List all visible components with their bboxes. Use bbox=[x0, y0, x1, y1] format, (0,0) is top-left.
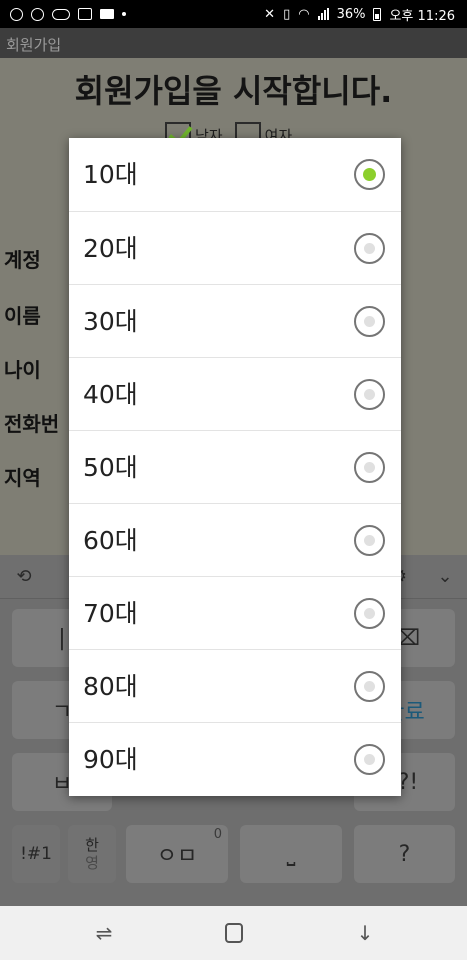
age-option-label: 10대 bbox=[83, 160, 138, 189]
phone-label: 전화번 bbox=[4, 412, 60, 436]
key-ieung-mieum-label: ㅇㅁ bbox=[156, 844, 198, 869]
chevron-down-icon[interactable]: ⌄ bbox=[432, 564, 458, 590]
home-button[interactable] bbox=[221, 920, 247, 946]
talk-icon bbox=[52, 8, 70, 20]
age-option-label: 30대 bbox=[83, 307, 138, 336]
language-key-top: 한 bbox=[85, 836, 99, 854]
recent-apps-icon[interactable]: ⇌ bbox=[91, 920, 117, 946]
age-option-60[interactable]: 60대 bbox=[69, 503, 401, 576]
age-option-label: 90대 bbox=[83, 745, 138, 774]
question-key[interactable]: ? bbox=[354, 825, 455, 883]
age-option-30[interactable]: 30대 bbox=[69, 284, 401, 357]
language-key-bottom: 영 bbox=[85, 854, 99, 872]
translate-icon[interactable]: ⟲ bbox=[11, 564, 37, 590]
video-icon bbox=[100, 9, 114, 19]
name-label: 이름 bbox=[4, 304, 41, 328]
radio-unselected-icon[interactable] bbox=[354, 598, 385, 629]
battery-icon bbox=[373, 7, 382, 21]
account-label: 계정 bbox=[4, 248, 41, 272]
radio-unselected-icon[interactable] bbox=[354, 306, 385, 337]
radio-unselected-icon[interactable] bbox=[354, 671, 385, 702]
age-option-80[interactable]: 80대 bbox=[69, 649, 401, 722]
back-icon[interactable]: ↓ bbox=[352, 920, 378, 946]
wifi-icon: ◠ bbox=[298, 6, 310, 22]
age-option-70[interactable]: 70대 bbox=[69, 576, 401, 649]
image-icon bbox=[78, 8, 92, 20]
question-key-label: ? bbox=[398, 841, 411, 867]
age-option-label: 40대 bbox=[83, 380, 138, 409]
age-option-20[interactable]: 20대 bbox=[69, 211, 401, 284]
radio-unselected-icon[interactable] bbox=[354, 744, 385, 775]
symbols-key-label: !#1 bbox=[20, 844, 52, 864]
key-ieung-mieum[interactable]: ㅇㅁ 0 bbox=[126, 825, 228, 883]
radio-selected-icon[interactable] bbox=[354, 159, 385, 190]
key-zero-hint: 0 bbox=[213, 827, 222, 842]
age-picker-dialog: 10대 20대 30대 40대 50대 60대 70대 80대 90대 bbox=[69, 138, 401, 796]
signal-icon bbox=[317, 8, 329, 20]
notification-app-icon bbox=[10, 7, 23, 21]
more-notifications-icon bbox=[122, 12, 126, 16]
language-key[interactable]: 한 영 bbox=[68, 825, 116, 883]
key-pipe-label: | bbox=[58, 625, 66, 651]
chat-icon bbox=[31, 7, 44, 21]
age-option-label: 50대 bbox=[83, 453, 138, 482]
age-label: 나이 bbox=[4, 358, 41, 382]
vibrate-icon: ▯ bbox=[283, 6, 291, 22]
age-option-40[interactable]: 40대 bbox=[69, 357, 401, 430]
region-label: 지역 bbox=[4, 466, 41, 490]
mute-icon: ✕ bbox=[264, 6, 276, 22]
app-title: 회원가입 bbox=[6, 36, 62, 54]
age-option-label: 70대 bbox=[83, 599, 138, 628]
space-key[interactable]: ⎵ bbox=[240, 825, 342, 883]
app-bar: 회원가입 bbox=[0, 28, 467, 58]
radio-unselected-icon[interactable] bbox=[354, 452, 385, 483]
age-option-label: 20대 bbox=[83, 234, 138, 263]
home-icon bbox=[225, 923, 243, 943]
space-icon: ⎵ bbox=[286, 841, 296, 867]
age-option-10[interactable]: 10대 bbox=[69, 138, 401, 211]
battery-percent: 36% bbox=[336, 6, 366, 22]
status-bar: ✕ ▯ ◠ 36% 오후 11:26 bbox=[0, 0, 467, 28]
form-title: 회원가입을 시작합니다. bbox=[74, 72, 393, 110]
symbols-key[interactable]: !#1 bbox=[12, 825, 60, 883]
age-option-label: 60대 bbox=[83, 526, 138, 555]
clock: 오후 11:26 bbox=[389, 8, 455, 24]
age-option-90[interactable]: 90대 bbox=[69, 722, 401, 795]
age-option-label: 80대 bbox=[83, 672, 138, 701]
radio-unselected-icon[interactable] bbox=[354, 233, 385, 264]
age-option-50[interactable]: 50대 bbox=[69, 430, 401, 503]
radio-unselected-icon[interactable] bbox=[354, 525, 385, 556]
navigation-bar: ⇌ ↓ bbox=[0, 906, 467, 960]
radio-unselected-icon[interactable] bbox=[354, 379, 385, 410]
